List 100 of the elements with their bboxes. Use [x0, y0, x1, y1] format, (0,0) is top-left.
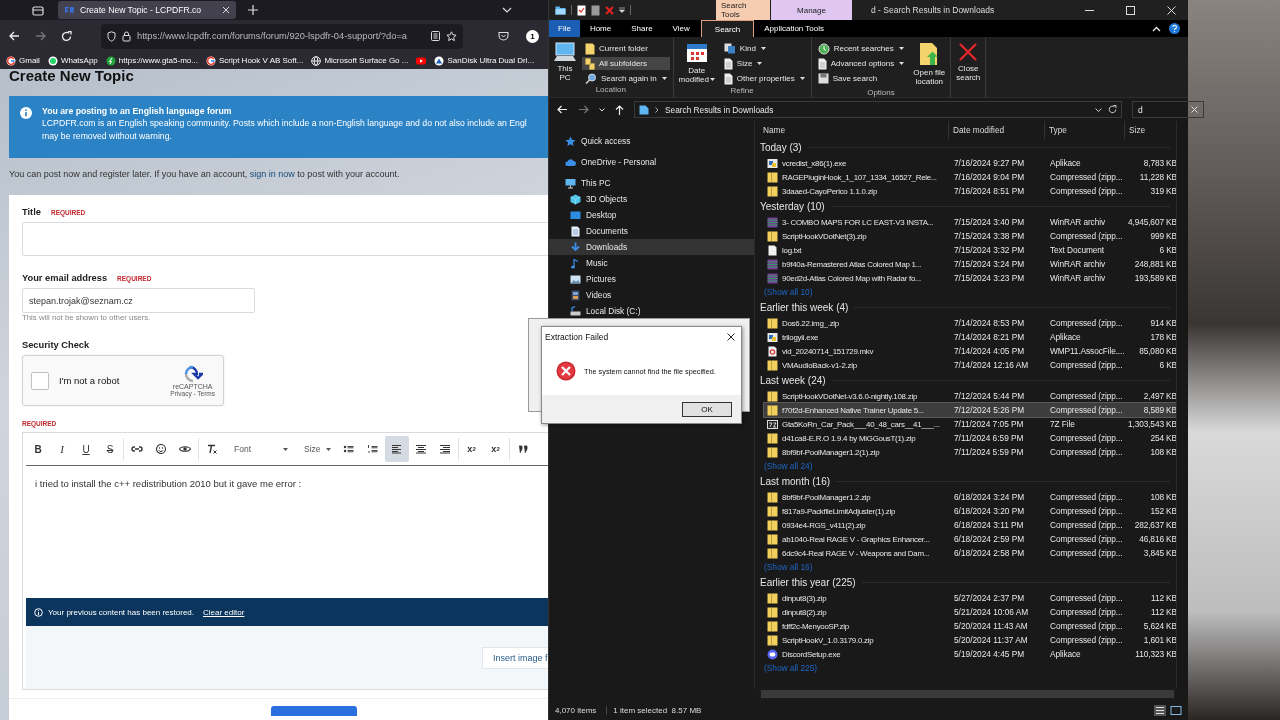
script-button[interactable]: x$^{2}$ — [459, 436, 484, 462]
ribbon-button[interactable]: Close search — [954, 40, 983, 85]
ribbon-button[interactable]: Other properties — [720, 72, 808, 85]
nav-item[interactable]: Local Disk (C:) — [549, 303, 754, 319]
align-left-icon[interactable] — [390, 444, 403, 454]
reader-view-icon[interactable] — [431, 31, 440, 41]
search-field[interactable]: d — [1132, 101, 1204, 118]
ribbon-tab[interactable]: Home — [579, 20, 622, 37]
star-icon[interactable] — [446, 30, 457, 42]
refresh-icon[interactable] — [1108, 105, 1117, 114]
chevron-down-icon[interactable] — [599, 107, 605, 112]
ribbon-tab[interactable]: Application Tools — [754, 20, 835, 37]
sign-in-link[interactable]: sign in now — [249, 169, 295, 179]
maximize-icon[interactable] — [1126, 5, 1135, 15]
eye-icon[interactable] — [179, 444, 191, 454]
nav-item[interactable]: Videos — [549, 287, 754, 303]
strikethrough-button[interactable]: S — [98, 436, 122, 462]
ribbon-button[interactable]: Current folder — [582, 42, 670, 55]
horizontal-scrollbar[interactable] — [759, 688, 1176, 700]
nav-item[interactable]: Desktop — [549, 207, 754, 223]
group-header[interactable]: Earlier this week (4) — [760, 302, 849, 313]
align-center-icon[interactable] — [414, 444, 427, 454]
input-field[interactable]: stepan.trojak@seznam.cz — [22, 288, 255, 313]
nav-item[interactable]: Quick access — [549, 133, 754, 149]
ribbon-tab[interactable]: File — [549, 20, 580, 37]
bookmark[interactable]: SanDisk Ultra Dual Dri... — [434, 55, 535, 66]
insert-image-button[interactable]: Insert image f — [482, 646, 548, 669]
group-header[interactable]: Earlier this year (225) — [760, 577, 856, 588]
numbered-list-icon[interactable] — [366, 444, 379, 454]
ribbon-button[interactable]: Save search — [814, 72, 908, 85]
back-icon[interactable] — [9, 31, 20, 41]
nav-item[interactable]: Documents — [549, 223, 754, 239]
details-view-icon[interactable] — [1154, 704, 1166, 716]
new-folder-icon[interactable] — [591, 4, 600, 16]
link-icon[interactable] — [131, 444, 143, 454]
quote-icon[interactable] — [516, 444, 529, 454]
nav-item[interactable]: Music — [549, 255, 754, 271]
bookmark[interactable]: Microsoft Surface Go ... — [311, 55, 409, 66]
group-header[interactable]: Yesterday (10) — [760, 201, 825, 212]
nav-item[interactable]: 3D Objects — [549, 191, 754, 207]
nav-item[interactable]: Downloads — [549, 239, 754, 255]
customize-icon[interactable] — [619, 7, 625, 13]
underline-button[interactable]: U — [74, 436, 98, 462]
dropdown-button[interactable]: Size — [294, 436, 337, 462]
bookmark[interactable]: Script Hook V AB Soft... — [205, 55, 304, 66]
ribbon-button[interactable]: Open file location — [911, 40, 948, 88]
delete-icon[interactable] — [605, 5, 614, 15]
properties-icon[interactable] — [577, 4, 586, 16]
ribbon-button[interactable]: Search again in — [582, 72, 670, 85]
clear-editor-link[interactable]: Clear editor — [203, 607, 245, 617]
browser-tab[interactable]: Create New Topic - LCPDFR.co — [58, 1, 236, 19]
column-header[interactable]: Type — [1045, 121, 1125, 139]
ribbon-tab[interactable]: View — [662, 20, 700, 37]
bookmark[interactable]: Gmail — [6, 55, 40, 66]
collapse-ribbon-icon[interactable] — [1152, 25, 1161, 32]
nav-item[interactable]: Pictures — [549, 271, 754, 287]
nav-item[interactable]: This PC — [549, 175, 754, 191]
ribbon-button[interactable]: All subfolders — [582, 57, 670, 70]
up-arrow-icon[interactable] — [615, 104, 624, 115]
dropdown-button[interactable]: Font — [224, 436, 294, 462]
ok-button[interactable]: OK — [682, 401, 732, 417]
ribbon-tab[interactable]: Share — [621, 20, 663, 37]
bookmark[interactable] — [416, 55, 427, 66]
smiley-icon[interactable] — [155, 444, 167, 454]
bulleted-list-icon[interactable] — [342, 444, 355, 454]
help-icon[interactable] — [1169, 23, 1180, 34]
reload-icon[interactable] — [61, 30, 72, 42]
ribbon-button[interactable]: Size — [720, 57, 808, 70]
ribbon-button[interactable]: Kind — [720, 42, 808, 55]
align-right-icon[interactable] — [438, 444, 451, 454]
clear-icon[interactable] — [1191, 106, 1198, 113]
tab-list-icon[interactable] — [32, 4, 44, 16]
column-header[interactable]: Name — [759, 121, 949, 139]
ribbon-tab[interactable]: Search — [700, 20, 755, 37]
chevron-down-icon[interactable] — [1095, 107, 1102, 112]
ribbon-button[interactable]: This PC — [552, 40, 578, 85]
clear-format-icon[interactable] — [206, 444, 218, 454]
group-header[interactable]: Today (3) — [760, 142, 802, 153]
checkbox[interactable] — [31, 371, 49, 390]
column-header[interactable]: Size — [1125, 121, 1175, 139]
close-icon[interactable] — [727, 333, 735, 341]
group-header[interactable]: Last week (24) — [760, 375, 826, 386]
ribbon-button[interactable]: Date modified — [676, 40, 717, 86]
back-icon[interactable] — [557, 105, 568, 114]
nav-item[interactable]: OneDrive - Personal — [549, 154, 754, 170]
input-field[interactable] — [22, 222, 548, 256]
account-badge[interactable]: 1 — [526, 29, 539, 43]
group-header[interactable]: Last month (16) — [760, 476, 831, 487]
address-field[interactable]: Search Results in Downloads — [634, 101, 1122, 118]
ribbon-button[interactable]: Advanced options — [814, 57, 908, 70]
column-header[interactable]: Date modified — [949, 121, 1045, 139]
pocket-icon[interactable] — [498, 31, 509, 41]
bookmark[interactable]: https://www.gta5-mo... — [105, 55, 198, 66]
italic-button[interactable]: I — [50, 436, 74, 462]
ribbon-button[interactable]: Recent searches — [814, 42, 908, 55]
new-tab-icon[interactable] — [248, 5, 258, 15]
large-icons-view-icon[interactable] — [1170, 704, 1182, 716]
address-bar[interactable]: https://www.lcpdfr.com/forums/forum/920-lspdfr-04-support/?do=a — [101, 23, 463, 49]
bookmark[interactable]: WhatsApp — [47, 55, 98, 66]
chevron-down-icon[interactable] — [502, 7, 512, 13]
